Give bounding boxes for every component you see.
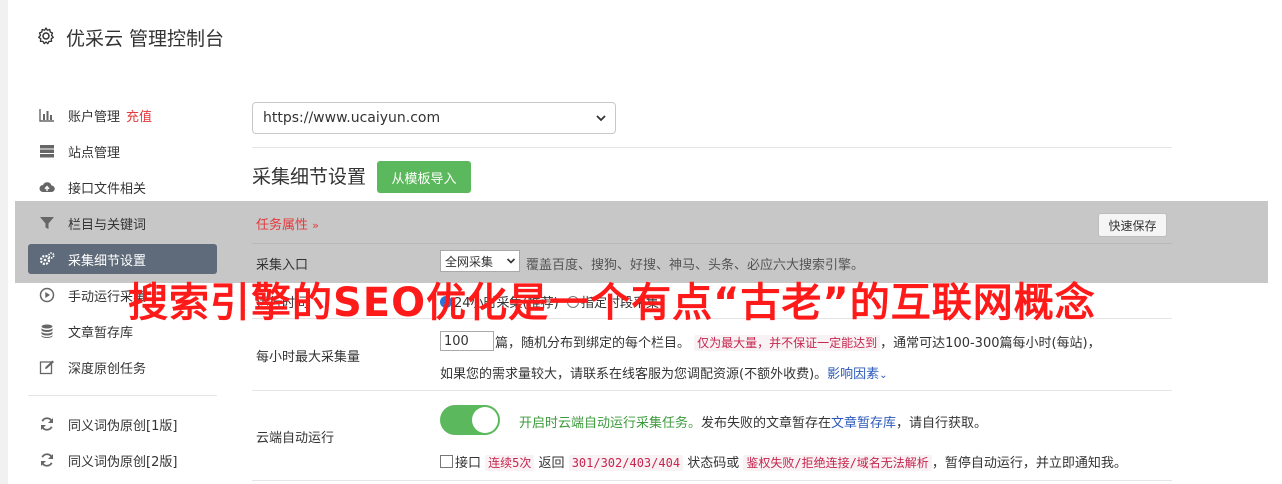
site-select[interactable]: https://www.ucaiyun.com: [252, 102, 616, 134]
cloud-note-text: 发布失败的文章暂存在: [701, 416, 832, 431]
refresh-icon: [38, 451, 56, 469]
site-select-value: https://www.ucaiyun.com: [263, 110, 441, 126]
recharge-link[interactable]: 充值: [126, 106, 152, 125]
sidebar-item-label: 同义词伪原创[2版]: [68, 454, 178, 470]
cloud-label: 云端自动运行: [256, 431, 335, 446]
page-title: 优采云 管理控制台: [66, 28, 225, 50]
max-note-range: ，通常可达100-300篇每小时(每站)，: [880, 336, 1101, 351]
import-template-button[interactable]: 从模板导入: [377, 161, 471, 193]
cogs-icon: [38, 250, 56, 268]
chevron-down-icon: [506, 258, 516, 264]
notify-checkbox[interactable]: [440, 455, 453, 468]
server-icon: [38, 142, 56, 160]
notify-code-1: 连续5次: [485, 455, 535, 471]
sidebar-item-label: 文章暂存库: [68, 325, 134, 341]
divider: [252, 390, 1172, 391]
sidebar-item-label: 栏目与关键词: [68, 217, 147, 233]
max-label: 每小时最大采集量: [256, 350, 361, 365]
sidebar-item-label: 站点管理: [68, 145, 121, 161]
entry-note: 覆盖百度、搜狗、好搜、神马、头条、必应六大搜索引擎。: [526, 258, 865, 273]
refresh-icon: [38, 415, 56, 433]
chevron-down-icon: ⌄: [879, 370, 888, 381]
cloud-note-tail: ，请自行获取。: [896, 416, 988, 431]
chevron-down-icon: [596, 115, 606, 122]
divider: [252, 243, 1172, 244]
task-attr-label: 任务属性: [256, 218, 309, 233]
influence-factors-label: 影响因素: [827, 367, 880, 382]
quick-save-button[interactable]: 快速保存: [1098, 213, 1167, 237]
sidebar-item-label: 接口文件相关: [68, 181, 147, 197]
overlay-caption: 搜索引擎的SEO优化是一个有点“古老”的互联网概念: [128, 280, 1096, 326]
filter-icon: [38, 214, 56, 232]
sidebar-item-synonym-v2[interactable]: 同义词伪原创[2版]: [28, 445, 217, 475]
section-title: 采集细节设置: [252, 166, 367, 188]
sidebar-item-account[interactable]: 账户管理 充值: [28, 100, 217, 130]
notify-text-3: 状态码或: [687, 456, 740, 471]
max-note-text: 篇，随机分布到绑定的每个栏目。: [495, 336, 691, 351]
notify-text-1: 接口: [455, 456, 482, 471]
collect-source-select[interactable]: 全网采集: [440, 250, 520, 272]
entry-label: 采集入口: [256, 258, 309, 273]
sidebar-item-label: 深度原创任务: [68, 361, 147, 377]
sidebar-item-synonym-v1[interactable]: 同义词伪原创[1版]: [28, 409, 217, 439]
sidebar-item-label: 账户管理: [68, 109, 121, 125]
max-note-warning: 仅为最大量，并不保证一定能达到: [694, 335, 881, 351]
max-note-contact: 如果您的需求量较大，请联系在线客服为您调配资源(不额外收费)。: [440, 367, 828, 382]
toggle-knob: [472, 407, 498, 433]
sidebar-item-deep-original[interactable]: 深度原创任务: [28, 352, 217, 382]
max-per-hour-input[interactable]: 100: [440, 331, 494, 351]
double-chevron-icon: »: [312, 219, 319, 232]
sidebar-item-sites[interactable]: 站点管理: [28, 136, 217, 166]
divider: [252, 147, 1172, 148]
cloud-auto-run-toggle[interactable]: [440, 405, 500, 435]
article-store-link[interactable]: 文章暂存库: [831, 416, 896, 431]
max-note-line2: 如果您的需求量较大，请联系在线客服为您调配资源(不额外收费)。影响因素⌄: [440, 363, 888, 382]
cloud-upload-icon: [38, 178, 56, 196]
max-note-line1: 篇，随机分布到绑定的每个栏目。 仅为最大量，并不保证一定能达到 ，通常可达100-…: [495, 332, 1101, 351]
sidebar-item-label: 采集细节设置: [68, 253, 147, 269]
gear-icon: [38, 27, 54, 45]
console-header: 优采云 管理控制台: [8, 0, 1282, 77]
notify-code-2: 301/302/403/404: [568, 455, 684, 471]
task-attr-toggle[interactable]: 任务属性 »: [256, 214, 319, 233]
sidebar-item-columns[interactable]: 栏目与关键词: [28, 208, 217, 238]
sidebar-item-label: 同义词伪原创[1版]: [68, 418, 178, 434]
sidebar-item-interface[interactable]: 接口文件相关: [28, 172, 217, 202]
notify-code-3: 鉴权失败/拒绝连接/域名无法解析: [743, 455, 932, 471]
cloud-note: 开启时云端自动运行采集任务。发布失败的文章暂存在文章暂存库，请自行获取。: [519, 412, 987, 431]
collect-source-value: 全网采集: [445, 254, 494, 269]
edit-icon: [38, 358, 56, 376]
notify-text-4: ，暂停自动运行，并立即通知我。: [931, 456, 1127, 471]
sidebar-item-collect-settings[interactable]: 采集细节设置: [28, 244, 217, 274]
sidebar-divider: [28, 395, 217, 396]
cloud-note-status: 开启时云端自动运行采集任务。: [519, 416, 702, 431]
bar-chart-icon: [38, 106, 56, 124]
play-circle-icon: [38, 286, 56, 304]
notify-text-2: 返回: [538, 456, 565, 471]
influence-factors-link[interactable]: 影响因素⌄: [827, 367, 887, 382]
divider: [252, 480, 1172, 481]
notify-option: 接口 连续5次 返回 301/302/403/404 状态码或 鉴权失败/拒绝连…: [440, 452, 1127, 471]
database-icon: [38, 322, 56, 340]
